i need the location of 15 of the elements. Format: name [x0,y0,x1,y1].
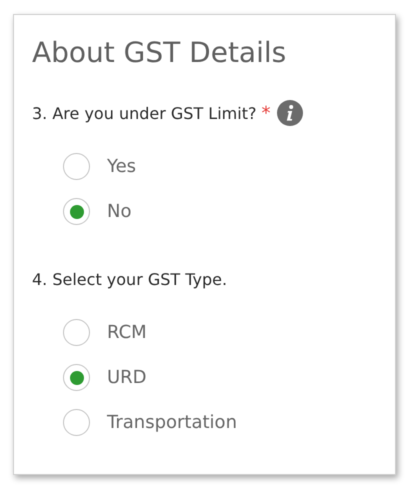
radio-option[interactable]: No [63,196,132,227]
radio-button[interactable] [63,153,90,180]
radio-button[interactable] [63,319,90,346]
info-icon[interactable] [277,100,304,126]
question-label: 4. Select your GST Type. [32,270,228,288]
required-mark: * [261,102,270,124]
radio-option[interactable]: Yes [63,151,136,182]
radio-option[interactable]: Transportation [63,407,237,438]
radio-button[interactable] [63,198,90,225]
radio-button[interactable] [63,409,90,436]
radio-button[interactable] [63,364,90,391]
radio-option[interactable]: URD [63,362,147,393]
section-title: About GST Details [32,35,288,71]
question-label: 3. Are you under GST Limit? [32,104,256,122]
radio-option[interactable]: RCM [63,317,147,348]
